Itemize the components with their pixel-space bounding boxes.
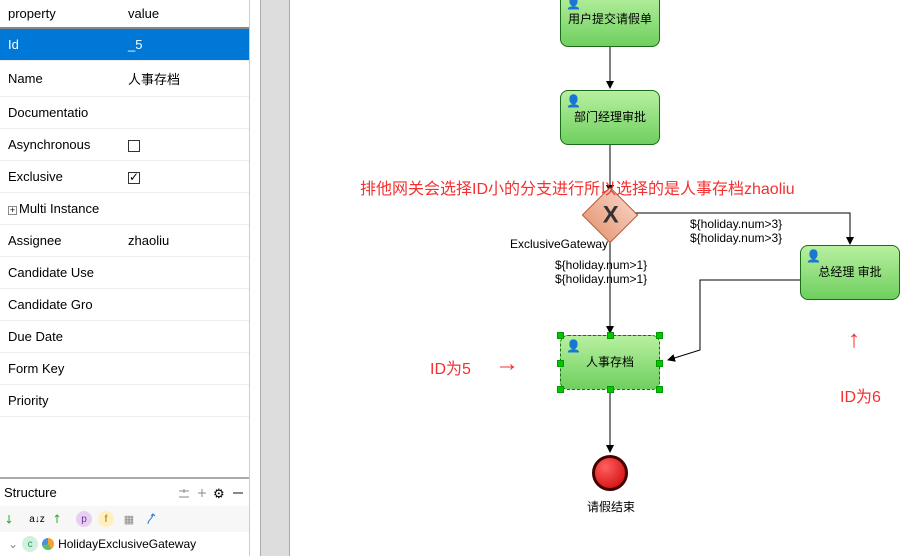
header-value: value <box>120 0 249 28</box>
prop-key: Candidate Use <box>0 257 120 289</box>
task-submit-label: 用户提交请假单 <box>568 12 652 28</box>
flow-icon[interactable] <box>144 510 162 528</box>
arrow-right-icon: → <box>495 350 519 378</box>
structure-title: Structure <box>4 485 57 500</box>
prop-value[interactable] <box>120 193 249 225</box>
prop-row[interactable]: Priority <box>0 385 249 417</box>
diagram-area: 👤 用户提交请假单 👤 部门经理审批 X ExclusiveGateway ${… <box>250 0 912 556</box>
header-property: property <box>0 0 120 28</box>
checkbox[interactable] <box>128 140 140 152</box>
lock-icon[interactable]: ▦ <box>120 510 138 528</box>
tree-row[interactable]: ⌄ c HolidayExclusiveGateway <box>0 532 249 556</box>
cond-left-2: ${holiday.num>1} <box>555 272 647 286</box>
prop-value[interactable] <box>120 257 249 289</box>
user-icon: 👤 <box>566 94 581 108</box>
prop-key: Asynchronous <box>0 129 120 161</box>
prop-value[interactable]: zhaoliu <box>120 225 249 257</box>
badge-p[interactable]: p <box>76 511 92 527</box>
prop-row[interactable]: Id_5 <box>0 28 249 61</box>
properties-panel: property value Id_5Name人事存档DocumentatioA… <box>0 0 250 556</box>
annotation-id5: ID为5 <box>430 355 471 379</box>
sort-up-icon[interactable] <box>52 510 70 528</box>
prop-row[interactable]: Due Date <box>0 321 249 353</box>
prop-row[interactable]: +Multi Instance <box>0 193 249 225</box>
x-icon: X <box>603 202 619 230</box>
prop-row[interactable]: Candidate Use <box>0 257 249 289</box>
cond-left-1: ${holiday.num>1} <box>555 258 647 272</box>
prop-row[interactable]: Exclusive <box>0 161 249 193</box>
gateway-label: ExclusiveGateway <box>510 237 608 251</box>
prop-key: Assignee <box>0 225 120 257</box>
minimize-icon[interactable] <box>231 486 245 500</box>
prop-value[interactable] <box>120 321 249 353</box>
prop-key: Name <box>0 61 120 97</box>
prop-key: Documentatio <box>0 97 120 129</box>
prop-key: +Multi Instance <box>0 193 120 225</box>
prop-row[interactable]: Form Key <box>0 353 249 385</box>
task-manager[interactable]: 👤 部门经理审批 <box>560 90 660 145</box>
task-archive-label: 人事存档 <box>586 355 634 371</box>
prop-key: Exclusive <box>0 161 120 193</box>
task-submit[interactable]: 👤 用户提交请假单 <box>560 0 660 47</box>
prop-row[interactable]: Candidate Gro <box>0 289 249 321</box>
sort-down-icon[interactable] <box>4 510 22 528</box>
structure-header: Structure ⚙ <box>0 477 249 506</box>
prop-value[interactable] <box>120 385 249 417</box>
prop-value[interactable] <box>120 353 249 385</box>
pie-icon <box>42 538 54 550</box>
checkbox[interactable] <box>128 172 140 184</box>
prop-row[interactable]: Asynchronous <box>0 129 249 161</box>
cond-right-2: ${holiday.num>3} <box>690 231 782 245</box>
task-ceo-label: 总经理 审批 <box>818 265 881 281</box>
user-icon: 👤 <box>806 249 821 263</box>
task-manager-label: 部门经理审批 <box>574 110 646 126</box>
prop-row[interactable]: Name人事存档 <box>0 61 249 97</box>
prop-key: Id <box>0 28 120 61</box>
prop-row[interactable]: Documentatio <box>0 97 249 129</box>
properties-table: property value Id_5Name人事存档DocumentatioA… <box>0 0 249 417</box>
prop-value[interactable] <box>120 129 249 161</box>
arrow-up-icon: ↑ <box>848 326 860 354</box>
prop-row[interactable]: Assigneezhaoliu <box>0 225 249 257</box>
prop-value[interactable] <box>120 289 249 321</box>
prop-value[interactable]: 人事存档 <box>120 61 249 97</box>
collapse-all-icon[interactable] <box>177 486 191 500</box>
sort-az-icon[interactable]: a↓z <box>28 510 46 528</box>
gear-icon[interactable]: ⚙ <box>213 486 227 500</box>
bpmn-canvas[interactable]: 👤 用户提交请假单 👤 部门经理审批 X ExclusiveGateway ${… <box>300 0 912 556</box>
cond-right-1: ${holiday.num>3} <box>690 217 782 231</box>
end-label: 请假结束 <box>587 498 635 515</box>
prop-value[interactable]: _5 <box>120 28 249 61</box>
user-icon: 👤 <box>566 0 581 10</box>
expand-icon[interactable]: + <box>8 206 17 215</box>
panel-separator[interactable] <box>260 0 290 556</box>
tree-label: HolidayExclusiveGateway <box>58 537 196 551</box>
annotation-main: 排他网关会选择ID小的分支进行所以选择的是人事存档zhaoliu <box>360 175 795 199</box>
end-event[interactable] <box>592 455 628 491</box>
badge-c: c <box>22 536 38 552</box>
user-icon: 👤 <box>566 339 581 353</box>
prop-key: Due Date <box>0 321 120 353</box>
task-ceo[interactable]: 👤 总经理 审批 <box>800 245 900 300</box>
prop-value[interactable] <box>120 97 249 129</box>
badge-f[interactable]: f <box>98 511 114 527</box>
chevron-down-icon: ⌄ <box>8 537 18 551</box>
task-archive[interactable]: 👤 人事存档 <box>560 335 660 390</box>
prop-key: Priority <box>0 385 120 417</box>
prop-key: Form Key <box>0 353 120 385</box>
prop-value[interactable] <box>120 161 249 193</box>
link-icon[interactable] <box>195 486 209 500</box>
structure-toolbar: a↓z p f ▦ <box>0 506 249 532</box>
prop-key: Candidate Gro <box>0 289 120 321</box>
annotation-id6: ID为6 <box>840 383 881 407</box>
